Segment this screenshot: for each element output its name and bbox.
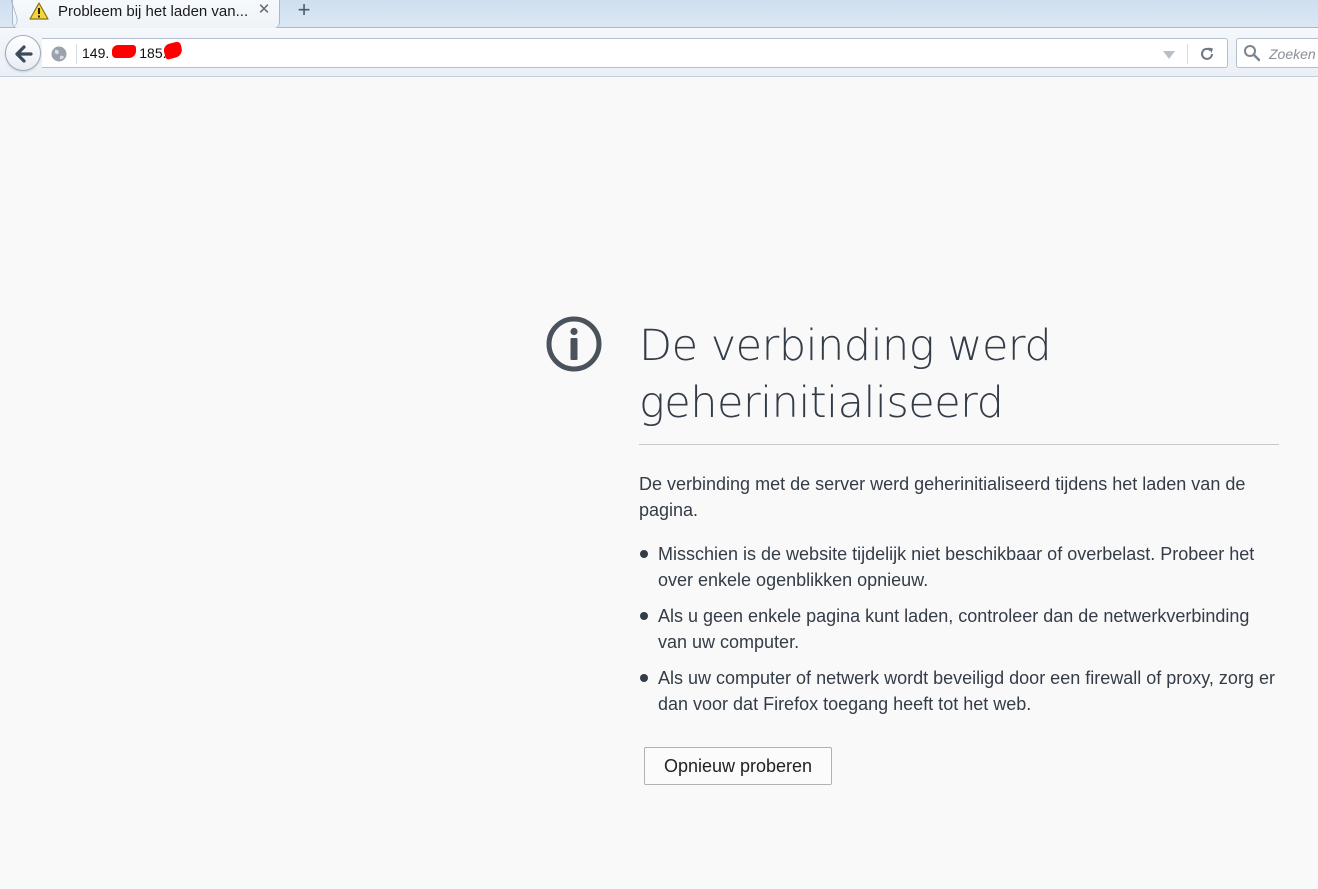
url-separator — [76, 44, 77, 64]
url-part-2: 185. — [139, 45, 167, 61]
title-divider — [639, 444, 1279, 445]
redaction-mark — [112, 45, 136, 58]
list-item-text: Als u geen enkele pagina kunt laden, con… — [658, 606, 1250, 652]
error-title: De verbinding werd geherinitialiseerd — [639, 318, 1279, 432]
globe-icon[interactable] — [50, 45, 68, 63]
error-title-line-2: geherinitialiseerd — [639, 378, 1004, 428]
navigation-toolbar: 149. 185. Zoeken — [0, 29, 1318, 77]
redaction-mark — [162, 40, 184, 61]
back-button[interactable] — [5, 35, 41, 71]
tab-close-icon[interactable]: ✕ — [257, 2, 271, 18]
list-item: Als uw computer of netwerk wordt beveili… — [639, 665, 1279, 717]
error-suggestions-list: Misschien is de website tijdelijk niet b… — [639, 541, 1279, 727]
error-description: De verbinding met de server werd geherin… — [639, 474, 1246, 520]
warning-icon — [29, 2, 49, 20]
tab-title: Probleem bij het laden van... — [58, 3, 249, 20]
search-placeholder: Zoeken — [1269, 46, 1316, 62]
error-title-line-1: De verbinding werd — [639, 321, 1052, 371]
info-icon — [544, 314, 604, 374]
tab-strip: Probleem bij het laden van... ✕ + — [0, 0, 1318, 28]
list-item: Als u geen enkele pagina kunt laden, con… — [639, 603, 1279, 655]
reload-icon[interactable] — [1198, 45, 1216, 63]
url-bar[interactable]: 149. 185. — [42, 38, 1228, 68]
back-arrow-icon — [15, 45, 33, 63]
search-icon — [1243, 44, 1261, 62]
list-item-text: Misschien is de website tijdelijk niet b… — [658, 544, 1255, 590]
dropdown-icon[interactable] — [1162, 48, 1176, 60]
search-bar[interactable]: Zoeken — [1236, 38, 1318, 68]
bullet — [640, 612, 648, 620]
bullet — [640, 674, 648, 682]
list-item: Misschien is de website tijdelijk niet b… — [639, 541, 1279, 593]
retry-button[interactable]: Opnieuw proberen — [644, 747, 832, 785]
url-part-1: 149. — [82, 45, 110, 61]
tab-active[interactable]: Probleem bij het laden van... ✕ — [12, 0, 280, 28]
new-tab-button[interactable]: + — [294, 0, 314, 22]
bullet — [640, 550, 648, 558]
url-separator — [1187, 44, 1188, 64]
list-item-text: Als uw computer of netwerk wordt beveili… — [658, 668, 1275, 714]
